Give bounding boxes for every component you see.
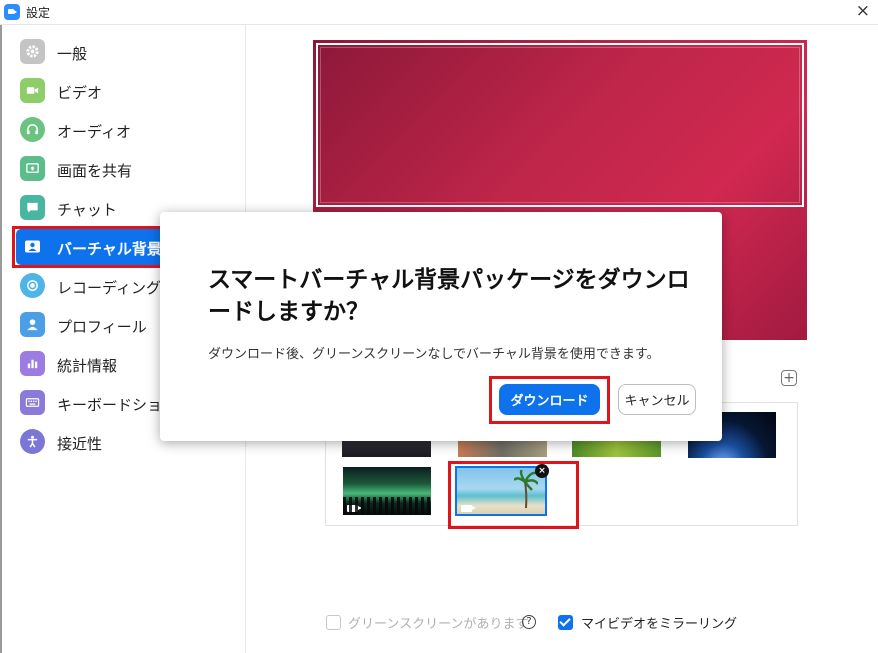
sidebar-item-share-screen[interactable]: 画面を共有 [14, 151, 242, 187]
mirror-video-label: マイビデオをミラーリング [581, 617, 738, 632]
window-border [0, 25, 2, 653]
statistics-icon [20, 351, 45, 376]
sidebar-item-label: ビデオ [57, 84, 103, 102]
tree-silhouette [343, 497, 431, 515]
title-bar: 設定 × [0, 0, 878, 24]
gear-icon [20, 39, 45, 64]
sidebar-item-label: 統計情報 [57, 357, 118, 375]
sidebar-item-general[interactable]: 一般 [14, 34, 242, 70]
close-icon[interactable]: × [856, 2, 870, 20]
sidebar-item-label: チャット [57, 201, 117, 219]
mirror-video-checkbox[interactable] [558, 615, 573, 630]
headphones-icon [20, 117, 45, 142]
profile-icon [20, 312, 45, 337]
add-background-icon[interactable]: + [781, 370, 797, 386]
highlight-box-sidebar [12, 226, 169, 268]
dialog-message: ダウンロード後、グリーンスクリーンなしでバーチャル背景を使用できます。 [208, 347, 660, 362]
keyboard-icon [20, 390, 45, 415]
share-screen-icon [20, 156, 45, 181]
sidebar-item-label: プロフィール [57, 318, 147, 336]
dialog-title: スマートバーチャル背景パッケージをダウンロードしますか？ [208, 267, 690, 325]
green-screen-checkbox[interactable] [326, 615, 341, 630]
sidebar-item-label: キーボードショート [57, 396, 165, 414]
sidebar-item-label: オーディオ [57, 123, 131, 141]
sidebar-item-label: レコーディングして [57, 279, 165, 297]
background-thumbnail[interactable] [458, 441, 547, 457]
sidebar-item-label: 接近性 [57, 435, 103, 453]
window-title: 設定 [26, 6, 51, 20]
cancel-button[interactable]: キャンセル [618, 384, 696, 415]
sidebar-item-label: 一般 [57, 45, 88, 63]
highlight-box-download [489, 376, 610, 424]
sidebar-item-label: 画面を共有 [57, 162, 133, 180]
sidebar-item-audio[interactable]: オーディオ [14, 112, 242, 148]
zoom-app-icon [4, 4, 20, 20]
background-thumbnail[interactable] [342, 441, 431, 457]
chat-bubble-icon [20, 195, 45, 220]
green-screen-label: グリーンスクリーンがあります [348, 617, 529, 632]
highlight-box-thumbnail [448, 461, 579, 529]
download-dialog: スマートバーチャル背景パッケージをダウンロードしますか？ ダウンロード後、グリー… [160, 212, 722, 441]
video-camera-icon [20, 78, 45, 103]
accessibility-icon [20, 429, 45, 454]
help-icon[interactable]: ? [522, 615, 536, 629]
sidebar-item-video[interactable]: ビデオ [14, 73, 242, 109]
record-icon [20, 273, 45, 298]
background-thumbnail[interactable] [572, 441, 661, 457]
preview-frame [316, 43, 804, 207]
